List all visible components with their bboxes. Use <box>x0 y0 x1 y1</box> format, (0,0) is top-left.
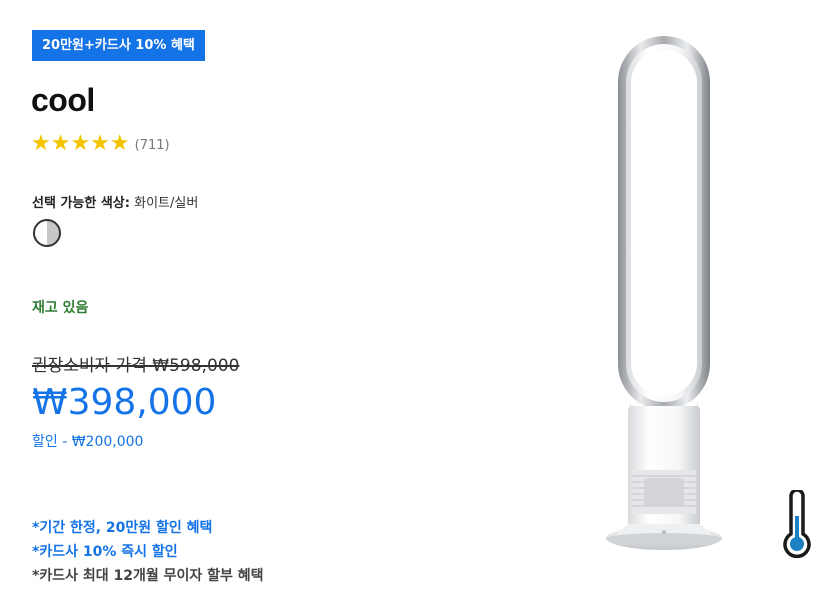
promo-badge: 20만원+카드사 10% 혜택 <box>32 30 205 61</box>
benefit-item: *카드사 최대 12개월 무이자 할부 혜택 <box>32 568 264 584</box>
thermometer-icon <box>783 490 811 559</box>
sale-price: ₩398,000 <box>32 382 217 423</box>
color-swatch-white-silver[interactable] <box>33 219 61 247</box>
product-image <box>606 36 722 550</box>
product-page: 20만원+카드사 10% 혜택 cool ★★★★★ (711) 선택 가능한 … <box>0 0 836 601</box>
product-title: cool <box>31 82 95 118</box>
rrp-price: 권장소비자 가격 ₩598,000 <box>32 356 240 376</box>
color-value: 화이트/실버 <box>134 196 199 211</box>
review-count[interactable]: (711) <box>135 135 170 153</box>
stock-status: 재고 있음 <box>32 300 89 316</box>
color-selector-label: 선택 가능한 색상: 화이트/실버 <box>32 192 198 211</box>
benefit-item: *카드사 10% 즉시 할인 <box>32 544 178 560</box>
rating-stars: ★★★★★ <box>31 131 130 156</box>
product-rating[interactable]: ★★★★★ (711) <box>31 131 170 157</box>
discount-amount: 할인 - ₩200,000 <box>32 434 144 450</box>
benefit-item: *기간 한정, 20만원 할인 혜택 <box>32 520 213 536</box>
color-label: 선택 가능한 색상: <box>32 196 130 211</box>
